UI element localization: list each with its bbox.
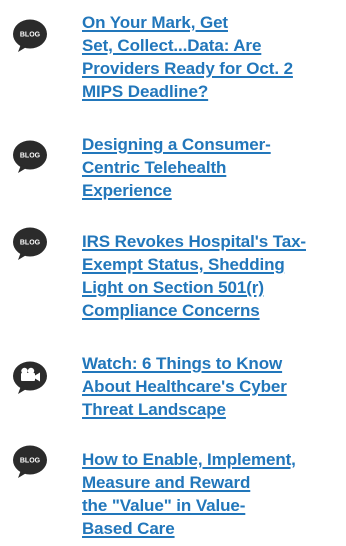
svg-text:BLOG: BLOG xyxy=(20,458,41,465)
link-line: Set, Collect...Data: Are xyxy=(82,36,262,55)
link-line: Measure and Reward xyxy=(82,473,251,492)
link-line: Compliance Concerns xyxy=(82,301,260,320)
article-link[interactable]: How to Enable, Implement, Measure and Re… xyxy=(82,448,344,540)
link-line: How to Enable, Implement, xyxy=(82,450,296,469)
svg-text:BLOG: BLOG xyxy=(20,240,41,247)
video-camera-icon xyxy=(12,360,48,396)
link-line: IRS Revokes Hospital's Tax- xyxy=(82,232,306,251)
blog-speech-bubble-icon: BLOG xyxy=(12,444,48,480)
link-line: Based Care xyxy=(82,519,175,538)
link-line: the "Value" in Value- xyxy=(82,496,246,515)
link-line: On Your Mark, Get xyxy=(82,13,228,32)
link-line: Light on Section 501(r) xyxy=(82,278,264,297)
link-line: Providers Ready for Oct. 2 xyxy=(82,59,293,78)
link-line: Designing a Consumer- xyxy=(82,135,271,154)
article-link[interactable]: Designing a Consumer- Centric Telehealth… xyxy=(82,133,344,202)
link-line: Experience xyxy=(82,181,172,200)
resource-link-list: BLOG On Your Mark, Get Set, Collect...Da… xyxy=(0,0,346,546)
link-line: Threat Landscape xyxy=(82,400,226,419)
link-line: Watch: 6 Things to Know xyxy=(82,354,283,373)
link-line: MIPS Deadline? xyxy=(82,82,209,101)
link-line: Centric Telehealth xyxy=(82,158,227,177)
article-link[interactable]: On Your Mark, Get Set, Collect...Data: A… xyxy=(82,11,344,103)
blog-speech-bubble-icon: BLOG xyxy=(12,226,48,262)
svg-text:BLOG: BLOG xyxy=(20,32,41,39)
article-link[interactable]: IRS Revokes Hospital's Tax- Exempt Statu… xyxy=(82,230,344,322)
blog-speech-bubble-icon: BLOG xyxy=(12,139,48,175)
svg-text:BLOG: BLOG xyxy=(20,153,41,160)
blog-speech-bubble-icon: BLOG xyxy=(12,18,48,54)
link-line: Exempt Status, Shedding xyxy=(82,255,285,274)
article-link[interactable]: Watch: 6 Things to Know About Healthcare… xyxy=(82,352,344,421)
link-line: About Healthcare's Cyber xyxy=(82,377,287,396)
